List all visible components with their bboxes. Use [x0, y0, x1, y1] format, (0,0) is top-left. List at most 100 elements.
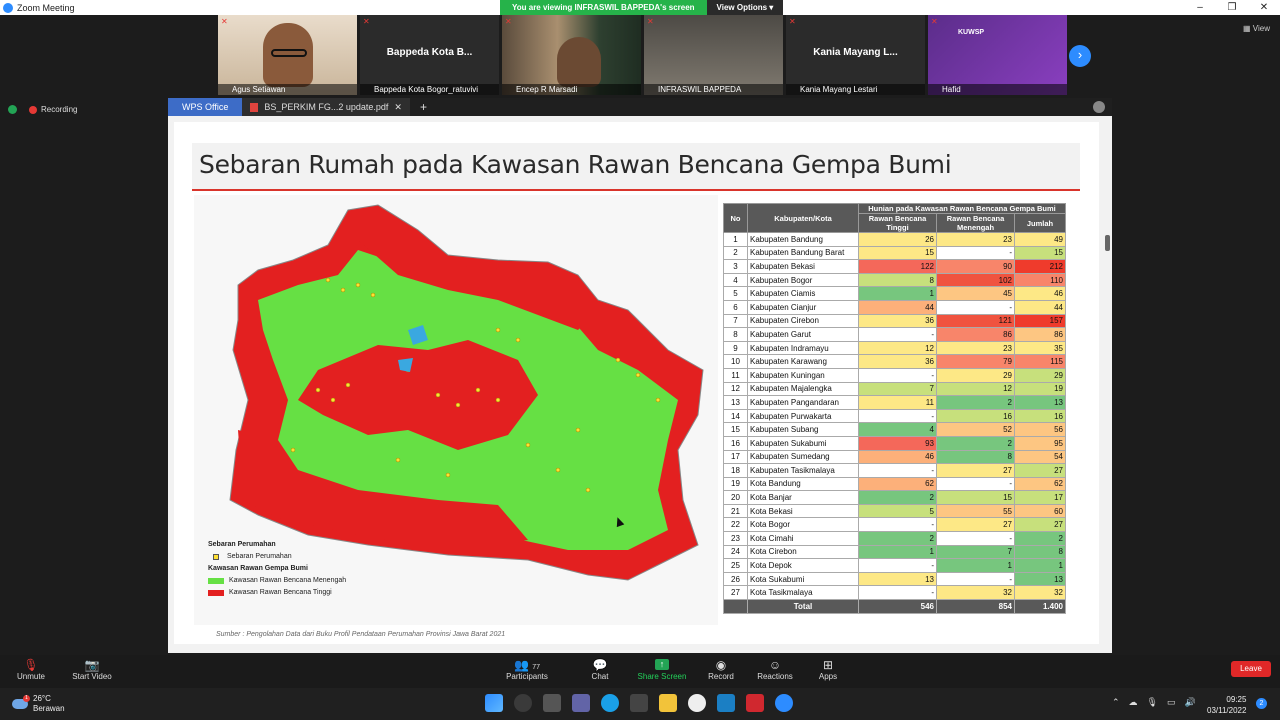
share-screen-button[interactable]: ↑ Share Screen	[637, 658, 687, 681]
taskbar-apps	[485, 694, 793, 712]
view-options-button[interactable]: View Options ▾	[706, 0, 784, 15]
table-row: 9 Kabupaten Indramayu 12 23 35	[723, 340, 1066, 356]
participant-tile[interactable]: Kania Mayang L... ✕ Kania Mayang Lestari	[786, 15, 925, 95]
table-row: 7 Kabupaten Cirebon 36 121 157	[723, 313, 1066, 329]
antivirus-icon[interactable]	[746, 694, 764, 712]
legend-high-item: Kawasan Rawan Bencana Tinggi	[229, 589, 332, 596]
participant-tile[interactable]: ✕ Agus Setiawan	[218, 15, 357, 95]
row-number: 18	[723, 463, 748, 478]
housing-hazard-table: No Kabupaten/Kota Hunian pada Kawasan Ra…	[723, 203, 1066, 614]
volume-icon[interactable]: 🔊	[1185, 697, 1196, 708]
row-name: Kabupaten Bandung Barat	[747, 245, 859, 261]
windows-start-icon[interactable]	[485, 694, 503, 712]
row-name: Kota Depok	[747, 558, 859, 573]
total-tinggi: 546	[858, 599, 937, 614]
total-menengah: 854	[936, 599, 1015, 614]
row-menengah: 2	[936, 435, 1015, 451]
video-off-icon: 📷	[84, 658, 100, 672]
row-menengah: 52	[936, 422, 1015, 437]
row-tinggi: 15	[858, 245, 937, 261]
participants-icon: 👥 77	[513, 658, 541, 672]
legend-housing-item: Sebaran Perumahan	[227, 553, 292, 560]
teams-icon[interactable]	[572, 694, 590, 712]
row-tinggi: 62	[858, 476, 937, 492]
participants-button[interactable]: 👥 77 Participants	[504, 658, 550, 681]
muted-mic-icon: ✕	[789, 17, 796, 26]
participants-count: 77	[532, 664, 541, 671]
col-kabupaten: Kabupaten/Kota	[747, 203, 859, 233]
chat-button[interactable]: 💬 Chat	[585, 658, 615, 681]
mic-icon[interactable]: 🎙	[1147, 697, 1158, 708]
row-jumlah: 115	[1014, 354, 1066, 369]
table-row: 20 Kota Banjar 2 15 17	[723, 490, 1066, 505]
tab-close-icon[interactable]: ✕	[394, 98, 402, 116]
participant-tile[interactable]: Bappeda Kota B... ✕ Bappeda Kota Bogor_r…	[360, 15, 499, 95]
row-number: 7	[723, 313, 748, 329]
tab-document[interactable]: BS_PERKIM FG...2 update.pdf ✕	[242, 98, 410, 116]
view-button[interactable]: ▦ View	[1243, 24, 1270, 33]
row-tinggi: 44	[858, 299, 937, 315]
browser-icon[interactable]	[717, 694, 735, 712]
unmute-button[interactable]: 🎙 Unmute	[14, 658, 48, 681]
onedrive-icon[interactable]: ☁	[1129, 697, 1138, 708]
row-menengah: 7	[936, 544, 1015, 560]
participant-big-label: Kania Mayang L...	[813, 47, 898, 58]
task-view-icon[interactable]	[543, 694, 561, 712]
row-jumlah: 212	[1014, 259, 1066, 274]
participant-name: Bappeda Kota Bogor_ratuvivi	[360, 84, 499, 95]
start-video-button[interactable]: 📷 Start Video	[70, 658, 114, 681]
apps-button[interactable]: ⊞ Apps	[815, 658, 841, 681]
edge-icon[interactable]	[601, 694, 619, 712]
close-icon[interactable]: ✕	[1248, 0, 1280, 15]
row-number: 4	[723, 272, 748, 288]
participant-tile[interactable]: ✕ Encep R Marsadi	[502, 15, 641, 95]
reactions-button[interactable]: ☺ Reactions	[756, 658, 794, 681]
table-row: 22 Kota Bogor -27 27	[723, 517, 1066, 533]
leave-button[interactable]: Leave	[1231, 661, 1271, 677]
weather-widget[interactable]: 1 26°C Berawan	[12, 694, 65, 714]
table-body: 1 Kabupaten Bandung 26 23 49 2 Kabupaten Bandu…	[723, 232, 1066, 614]
table-row: 12 Kabupaten Majalengka 7 12 19	[723, 381, 1066, 397]
wps-account-icon[interactable]	[1093, 101, 1105, 113]
zoom-taskbar-icon[interactable]	[775, 694, 793, 712]
record-button[interactable]: ◉ Record	[706, 658, 736, 681]
scrollbar-thumb[interactable]	[1105, 235, 1110, 251]
row-tinggi: 1	[858, 286, 937, 301]
share-banner-message: You are viewing INFRASWIL BAPPEDA's scre…	[500, 0, 707, 15]
row-tinggi: 36	[858, 313, 937, 329]
participant-tile[interactable]: ✕ INFRASWIL BAPPEDA	[644, 15, 783, 95]
shield-icon	[8, 105, 17, 114]
chevron-up-icon[interactable]: ⌃	[1112, 697, 1120, 708]
recording-indicator[interactable]: Recording	[8, 105, 77, 114]
chrome-icon[interactable]	[688, 694, 706, 712]
tab-wps-office[interactable]: WPS Office	[168, 98, 243, 116]
file-explorer-icon[interactable]	[659, 694, 677, 712]
row-name: Kabupaten Bekasi	[747, 259, 859, 274]
table-row: 27 Kota Tasikmalaya -32 32	[723, 585, 1066, 601]
table-row: 19 Kota Bandung 62-62	[723, 476, 1066, 492]
row-jumlah: 8	[1014, 544, 1066, 560]
system-clock[interactable]: 09:25 03/11/2022	[1207, 694, 1246, 716]
row-tinggi: 46	[858, 449, 937, 465]
row-menengah: -	[936, 531, 1015, 546]
row-tinggi: -	[858, 408, 937, 424]
table-row: 16 Kabupaten Sukabumi 93 2 95	[723, 435, 1066, 451]
gallery-next-icon[interactable]: ›	[1069, 45, 1091, 67]
notification-badge[interactable]: 2	[1256, 698, 1267, 709]
row-jumlah: 95	[1014, 435, 1066, 451]
search-icon[interactable]	[514, 694, 532, 712]
new-tab-icon[interactable]: +	[420, 100, 427, 114]
participant-tile[interactable]: KUWSP ✕ Hafid	[928, 15, 1067, 95]
row-menengah: 1	[936, 558, 1015, 573]
network-icon[interactable]: ▭	[1167, 697, 1176, 708]
row-number: 1	[723, 232, 748, 247]
minimize-icon[interactable]: –	[1184, 0, 1216, 15]
row-jumlah: 46	[1014, 286, 1066, 301]
store-icon[interactable]	[630, 694, 648, 712]
row-name: Kabupaten Sumedang	[747, 449, 859, 465]
row-jumlah: 16	[1014, 408, 1066, 424]
row-name: Kota Banjar	[747, 490, 859, 505]
restore-icon[interactable]: ❐	[1216, 0, 1248, 15]
row-menengah: 90	[936, 259, 1015, 274]
row-tinggi: 12	[858, 340, 937, 356]
